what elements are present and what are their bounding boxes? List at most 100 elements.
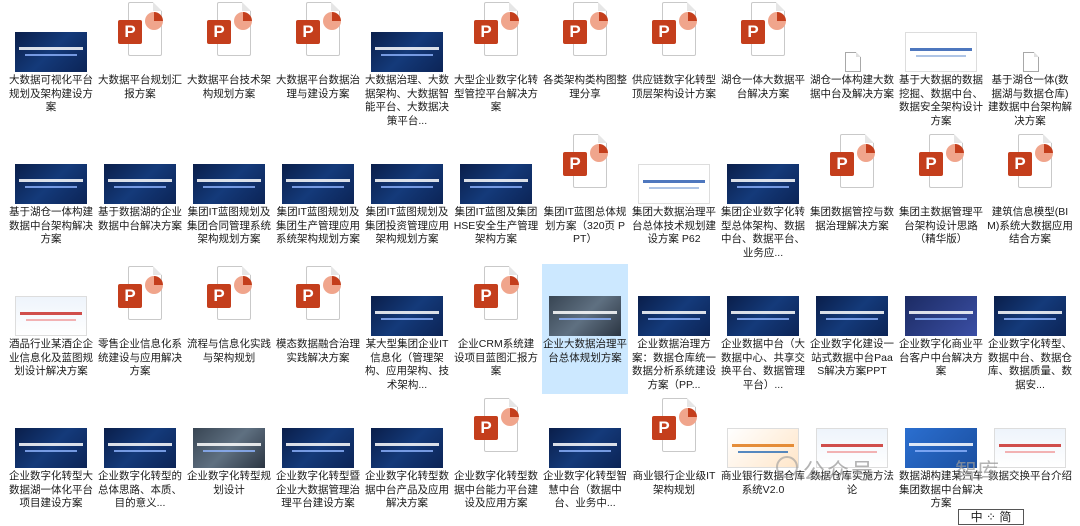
file-item[interactable]: 大数据可视化平台规划及架构建设方案: [8, 0, 94, 130]
file-item[interactable]: 企业数字化转型智慧中台（数据中台、业务中...: [542, 396, 628, 526]
slide-thumbnail: [282, 428, 354, 468]
slide-thumbnail: [905, 296, 977, 336]
file-item[interactable]: 集团大数据治理平台总体技术规划建设方案 P62: [631, 132, 717, 262]
file-item[interactable]: P 模态数据融合治理实践解决方案: [275, 264, 361, 394]
file-item[interactable]: P 集团数据管控与数据治理解决方案: [809, 132, 895, 262]
powerpoint-file-icon: P: [207, 266, 252, 322]
file-name-label: 集团IT蓝图及集团HSE安全生产管理架构方案: [453, 206, 539, 245]
file-name-label: 企业数字化转型的总体思路、本质、目的意义...: [98, 470, 182, 509]
file-name-label: 企业数字化商业平台客户中台解决方案: [899, 338, 983, 377]
file-name-label: 集团IT蓝图规划及集团合同管理系统架构规划方案: [187, 206, 271, 245]
file-name-label: 基于湖仓一体构建数据中台架构解决方案: [9, 206, 93, 245]
file-item[interactable]: 企业数字化转型数据中台产品及应用解决方案: [364, 396, 450, 526]
slide-thumbnail: [371, 164, 443, 204]
slide-thumbnail: [905, 32, 977, 72]
file-item[interactable]: P 大数据平台规划汇报方案: [97, 0, 183, 130]
powerpoint-file-icon: P: [1008, 134, 1053, 190]
file-item[interactable]: 湖仓一体构建大数据中台及解决方案: [809, 0, 895, 130]
file-item[interactable]: P 集团IT蓝图总体规划方案（320页 PPT）: [542, 132, 628, 262]
file-name-label: 数据交换平台介绍: [988, 470, 1072, 482]
file-item[interactable]: P 湖仓一体大数据平台解决方案: [720, 0, 806, 130]
file-item[interactable]: P 建筑信息模型(BIM)系统大数据应用结合方案: [987, 132, 1073, 262]
file-item[interactable]: P 企业数字化转型数据中台能力平台建设及应用方案: [453, 396, 539, 526]
file-item[interactable]: 企业数字化转型规划设计: [186, 396, 272, 526]
file-name-label: 企业数字化转型、数据中台、数据仓库、数据质量、数据安...: [988, 338, 1072, 391]
slide-thumbnail: [15, 428, 87, 468]
file-item[interactable]: 某大型集团企业IT信息化（管理架构、应用架构、技术架构...: [364, 264, 450, 394]
slide-thumbnail: [15, 32, 87, 72]
file-name-label: 企业大数据治理平台总体规划方案: [543, 338, 627, 364]
slide-thumbnail: [282, 164, 354, 204]
slide-thumbnail: [994, 296, 1066, 336]
powerpoint-file-icon: P: [474, 398, 519, 454]
file-item[interactable]: 企业数字化转型大数据湖一体化平台项目建设方案: [8, 396, 94, 526]
file-item[interactable]: 企业数据治理方案：数据仓库统一数据分析系统建设方案（PP...: [631, 264, 717, 394]
file-item[interactable]: 基于湖仓一体构建数据中台架构解决方案: [8, 132, 94, 262]
file-item[interactable]: P 商业银行企业级IT架构规划: [631, 396, 717, 526]
file-name-label: 集团主数据管理平台架构设计思路（精华版）: [899, 206, 983, 245]
file-item[interactable]: 集团IT蓝图规划及集团生产管理应用系统架构规划方案: [275, 132, 361, 262]
file-item[interactable]: P 流程与信息化实践与架构规划: [186, 264, 272, 394]
slide-thumbnail: [727, 296, 799, 336]
slide-thumbnail: [193, 164, 265, 204]
file-item[interactable]: P 大数据平台数据治理与建设方案: [275, 0, 361, 130]
document-file-icon: [1023, 52, 1039, 72]
file-item[interactable]: 企业数字化商业平台客户中台解决方案: [898, 264, 984, 394]
file-item[interactable]: P 企业CRM系统建设项目蓝图汇报方案: [453, 264, 539, 394]
file-item[interactable]: 企业数字化转型的总体思路、本质、目的意义...: [97, 396, 183, 526]
file-name-label: 企业数字化转型规划设计: [187, 470, 271, 496]
file-item[interactable]: P 各类架构类构图整理分享: [542, 0, 628, 130]
file-item[interactable]: P 供应链数字化转型顶层架构设计方案: [631, 0, 717, 130]
file-item[interactable]: P 集团主数据管理平台架构设计思路（精华版）: [898, 132, 984, 262]
powerpoint-file-icon: P: [563, 134, 608, 190]
ime-indicator: 中 ⁘ 简: [958, 509, 1024, 525]
document-file-icon: [845, 52, 861, 72]
file-name-label: 集团大数据治理平台总体技术规划建设方案 P62: [632, 206, 716, 245]
file-item[interactable]: 大数据治理、大数据架构、大数据智能平台、大数据决策平台...: [364, 0, 450, 130]
powerpoint-file-icon: P: [118, 266, 163, 322]
slide-thumbnail: [460, 164, 532, 204]
file-name-label: 集团企业数字化转型总体架构、数据中台、数据平台、业务应...: [721, 206, 805, 259]
file-item[interactable]: 企业数据中台（大数据中心、共享交换平台、数据管理平台）...: [720, 264, 806, 394]
powerpoint-file-icon: P: [830, 134, 875, 190]
slide-thumbnail: [193, 428, 265, 468]
file-item[interactable]: 企业数字化建设一站式数据中台PaaS解决方案PPT: [809, 264, 895, 394]
file-name-label: 大数据平台规划汇报方案: [98, 74, 182, 100]
file-item[interactable]: P 大型企业数字化转型管控平台解决方案: [453, 0, 539, 130]
file-name-label: 企业CRM系统建设项目蓝图汇报方案: [454, 338, 538, 377]
file-name-label: 模态数据融合治理实践解决方案: [276, 338, 360, 364]
file-item[interactable]: 基于湖仓一体(数据湖与数据仓库)建数据中台架构解决方案: [987, 0, 1073, 130]
file-name-label: 集团数据管控与数据治理解决方案: [810, 206, 894, 232]
file-item[interactable]: 集团IT蓝图规划及集团合同管理系统架构规划方案: [186, 132, 272, 262]
file-name-label: 各类架构类构图整理分享: [543, 74, 627, 100]
file-name-label: 酒品行业某酒企企业信息化及蓝图规划设计解决方案: [9, 338, 93, 377]
watermark-text: 公众号·: [803, 459, 885, 484]
file-item[interactable]: 企业大数据治理平台总体规划方案: [542, 264, 628, 394]
file-name-label: 集团IT蓝图总体规划方案（320页 PPT）: [543, 206, 627, 245]
slide-thumbnail: [15, 164, 87, 204]
powerpoint-file-icon: P: [741, 2, 786, 58]
file-item[interactable]: 集团企业数字化转型总体架构、数据中台、数据平台、业务应...: [720, 132, 806, 262]
file-item[interactable]: 集团IT蓝图规划及集团投资管理应用架构规划方案: [364, 132, 450, 262]
file-item[interactable]: 数据交换平台介绍: [987, 396, 1073, 526]
file-item[interactable]: 集团IT蓝图及集团HSE安全生产管理架构方案: [453, 132, 539, 262]
file-name-label: 供应链数字化转型顶层架构设计方案: [632, 74, 716, 100]
slide-thumbnail: [371, 428, 443, 468]
powerpoint-file-icon: P: [296, 2, 341, 58]
file-item[interactable]: P 零售企业信息化系统建设与应用解决方案: [97, 264, 183, 394]
slide-thumbnail: [816, 296, 888, 336]
watermark-text-2: 智库: [955, 459, 1000, 484]
file-name-label: 零售企业信息化系统建设与应用解决方案: [98, 338, 182, 377]
powerpoint-file-icon: P: [474, 266, 519, 322]
file-item[interactable]: 企业数字化转型暨企业大数据管理治理平台建设方案: [275, 396, 361, 526]
file-name-label: 大数据平台技术架构规划方案: [187, 74, 271, 100]
file-item[interactable]: P 大数据平台技术架构规划方案: [186, 0, 272, 130]
file-item[interactable]: 基于数据湖的企业数据中台解决方案: [97, 132, 183, 262]
file-item[interactable]: 基于大数据的数据挖掘、数据中台、数据安全架构设计方案: [898, 0, 984, 130]
slide-thumbnail: [638, 164, 710, 204]
slide-thumbnail: [104, 164, 176, 204]
file-item[interactable]: 企业数字化转型、数据中台、数据仓库、数据质量、数据安...: [987, 264, 1073, 394]
file-item[interactable]: 酒品行业某酒企企业信息化及蓝图规划设计解决方案: [8, 264, 94, 394]
file-name-label: 企业数据治理方案：数据仓库统一数据分析系统建设方案（PP...: [632, 338, 716, 391]
slide-thumbnail: [994, 428, 1066, 468]
